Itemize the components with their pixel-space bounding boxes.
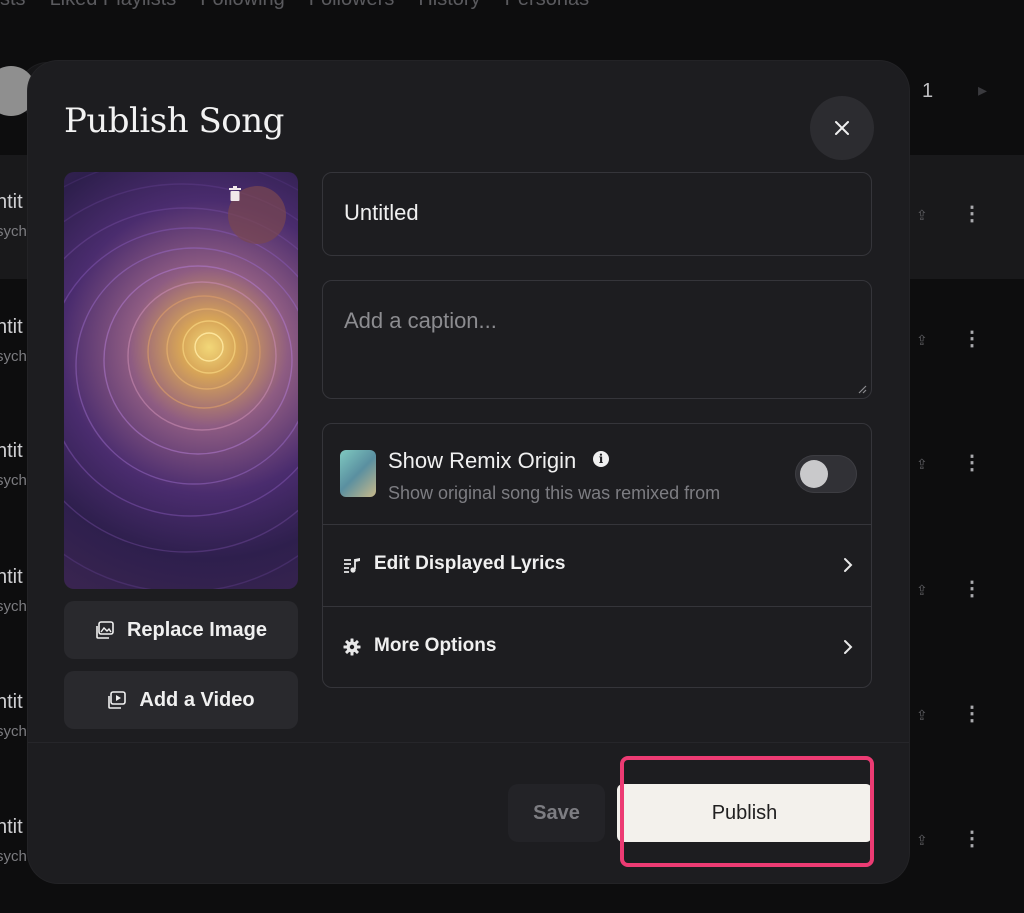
options-panel: Show Remix Origin i Show original song t… [322,423,872,688]
song-title: ntit [0,816,23,838]
next-page-icon[interactable]: ▸ [978,80,987,101]
replace-image-button[interactable]: Replace Image [64,601,298,659]
more-options-row[interactable]: More Options [323,607,871,688]
share-icon[interactable]: ⇪ [916,207,930,223]
publish-button[interactable]: Publish [617,784,872,842]
remix-origin-row: Show Remix Origin i Show original song t… [323,424,871,525]
gear-icon [343,638,361,656]
toggle-knob [800,460,828,488]
publish-song-dialog: Publish Song Replace Image Add a Video U… [28,61,909,883]
delete-cover-button[interactable] [228,186,286,244]
background-tabs: sts Liked Playlists Following Followers … [0,0,589,12]
background-tab[interactable]: Personas [505,0,590,12]
caption-placeholder: Add a caption... [344,308,497,333]
info-icon[interactable]: i [593,451,609,467]
background-tab[interactable]: Following [200,0,284,12]
background-tab[interactable]: Followers [309,0,395,12]
share-icon[interactable]: ⇪ [916,332,930,348]
remix-origin-thumbnail [340,450,376,497]
song-title: ntit [0,440,23,462]
close-icon [835,121,849,135]
more-options-label: More Options [374,635,497,656]
background-tab[interactable]: Liked Playlists [50,0,177,12]
remix-origin-toggle[interactable] [795,455,857,493]
song-title: ntit [0,566,23,588]
trash-icon [229,186,241,201]
more-vertical-icon[interactable]: ⋮ [962,826,982,850]
song-title-value: Untitled [344,200,419,225]
save-button[interactable]: Save [508,784,605,842]
song-title: ntit [0,316,23,338]
share-icon[interactable]: ⇪ [916,832,930,848]
caption-textarea[interactable]: Add a caption... [322,280,872,399]
song-style: sych [0,848,27,865]
more-vertical-icon[interactable]: ⋮ [962,450,982,474]
song-style: sych [0,472,27,489]
share-icon[interactable]: ⇪ [916,707,930,723]
remix-origin-title: Show Remix Origin [388,448,577,473]
song-style: sych [0,223,27,240]
add-video-button[interactable]: Add a Video [64,671,298,729]
more-vertical-icon[interactable]: ⋮ [962,201,982,225]
song-style: sych [0,348,27,365]
background-tab[interactable]: History [418,0,480,12]
cover-image [64,172,298,589]
song-style: sych [0,598,27,615]
more-vertical-icon[interactable]: ⋮ [962,576,982,600]
dialog-title: Publish Song [64,101,284,141]
footer-divider [28,742,909,743]
song-title: ntit [0,191,23,213]
share-icon[interactable]: ⇪ [916,582,930,598]
resize-handle-icon[interactable] [857,384,867,394]
edit-lyrics-label: Edit Displayed Lyrics [374,553,566,574]
background-tab[interactable]: sts [0,0,26,12]
remix-origin-subtitle: Show original song this was remixed from [388,483,721,503]
song-title: ntit [0,691,23,713]
song-style: sych [0,723,27,740]
share-icon[interactable]: ⇪ [916,456,930,472]
lyrics-icon [344,558,360,573]
chevron-right-icon [844,558,853,572]
song-title-input[interactable]: Untitled [322,172,872,256]
chevron-right-icon [844,640,853,654]
video-icon [107,690,127,710]
replace-image-label: Replace Image [126,618,268,641]
close-button[interactable] [810,96,874,160]
edit-lyrics-row[interactable]: Edit Displayed Lyrics [323,525,871,607]
more-vertical-icon[interactable]: ⋮ [962,701,982,725]
image-icon [95,620,115,640]
page-number: 1 [922,80,934,102]
add-video-label: Add a Video [139,688,255,711]
more-vertical-icon[interactable]: ⋮ [962,326,982,350]
